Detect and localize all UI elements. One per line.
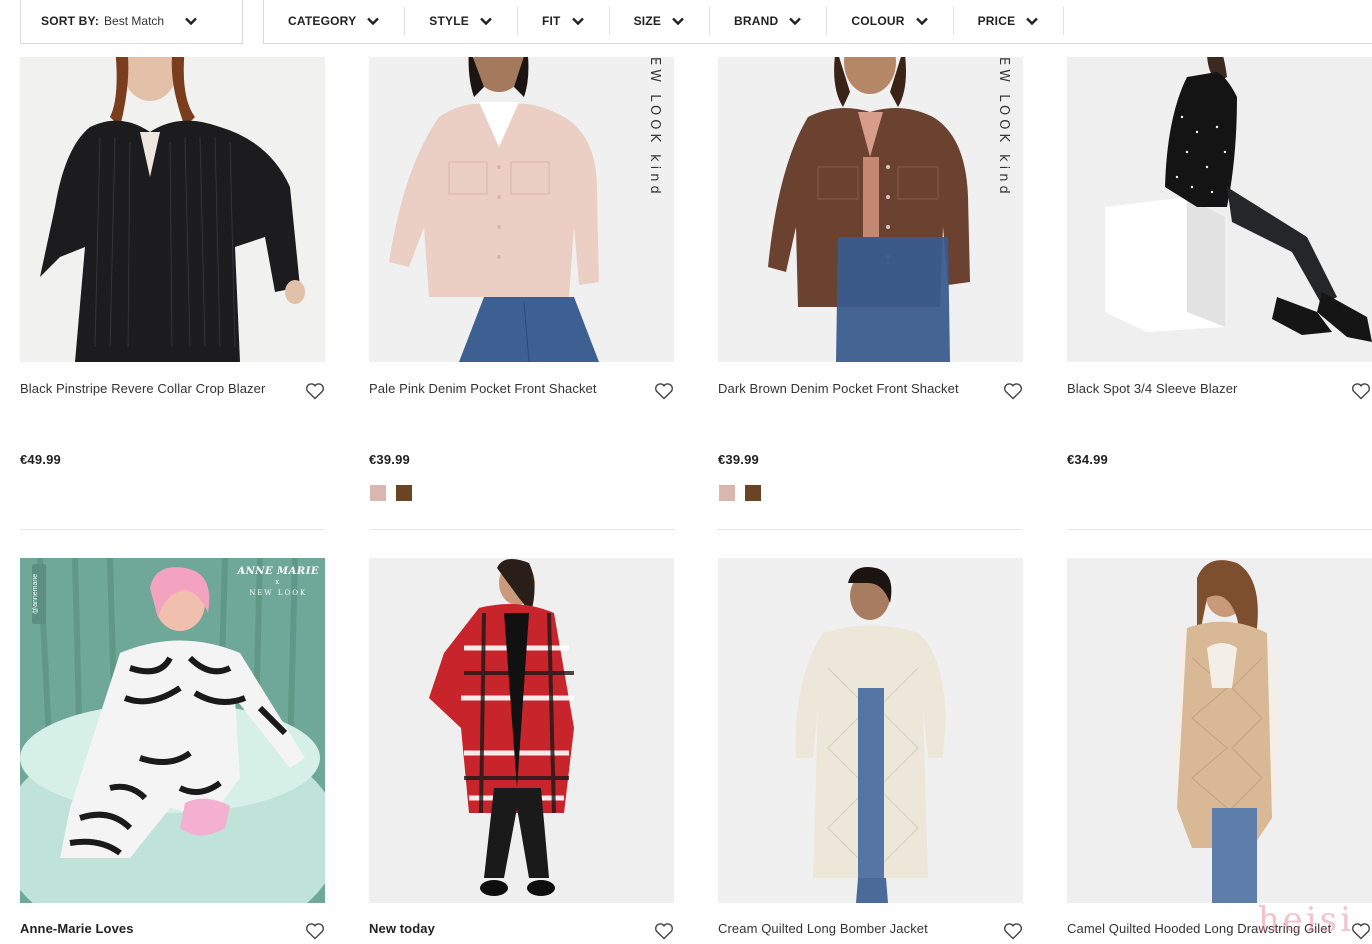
divider <box>718 529 1023 530</box>
product-image[interactable] <box>718 558 1023 903</box>
product-price: €34.99 <box>1067 452 1108 467</box>
divider <box>369 529 674 530</box>
collab-logo-x: x <box>275 578 282 586</box>
brand-badge: EW LOOK kind <box>996 57 1011 198</box>
filter-brand[interactable]: BRAND <box>710 6 828 35</box>
product-card <box>1067 558 1372 903</box>
product-card <box>1067 57 1372 362</box>
colour-swatch[interactable] <box>719 485 735 501</box>
product-card: EW LOOK kind <box>369 57 674 362</box>
chevron-down-icon <box>671 14 685 28</box>
product-card <box>369 558 674 903</box>
product-title[interactable]: Anne-Marie Loves <box>20 921 134 936</box>
product-title[interactable]: Dark Brown Denim Pocket Front Shacket <box>718 381 959 396</box>
colour-swatch[interactable] <box>396 485 412 501</box>
chevron-down-icon <box>1025 14 1039 28</box>
product-card: EW LOOK kind <box>718 57 1023 362</box>
chevron-down-icon <box>915 14 929 28</box>
collab-logo-main: ANNE MARIE <box>237 566 319 577</box>
chevron-down-icon <box>366 14 380 28</box>
collab-logo: ANNE MARIE x NEW LOOK <box>237 566 319 599</box>
product-image[interactable] <box>20 57 325 362</box>
sort-dropdown[interactable]: SORT BY: Best Match <box>20 0 243 44</box>
divider <box>1067 529 1372 530</box>
product-price: €39.99 <box>718 452 759 467</box>
brand-badge: EW LOOK kind <box>647 57 662 198</box>
filter-style[interactable]: STYLE <box>405 6 518 35</box>
filter-category[interactable]: CATEGORY <box>264 6 406 35</box>
product-card <box>718 558 1023 903</box>
filter-colour[interactable]: COLOUR <box>827 6 954 35</box>
heart-icon[interactable] <box>1002 380 1024 402</box>
filter-label: CATEGORY <box>288 13 357 28</box>
heart-icon[interactable] <box>304 920 326 942</box>
filter-label: PRICE <box>977 13 1016 28</box>
sort-label: SORT BY: <box>41 13 100 28</box>
watermark: heisi <box>1257 900 1354 940</box>
filter-size[interactable]: SIZE <box>610 6 711 35</box>
filter-label: COLOUR <box>851 13 905 28</box>
product-image[interactable]: EW LOOK kind <box>718 57 1023 362</box>
colour-swatch[interactable] <box>370 485 386 501</box>
product-image[interactable] <box>369 558 674 903</box>
social-handle: @annemarie <box>32 564 46 624</box>
product-title[interactable]: New today <box>369 921 435 936</box>
product-price: €49.99 <box>20 452 61 467</box>
heart-icon[interactable] <box>304 380 326 402</box>
heart-icon[interactable] <box>1350 380 1372 402</box>
chevron-down-icon <box>571 14 585 28</box>
product-image[interactable] <box>1067 558 1372 903</box>
product-image[interactable]: @annemarie ANNE MARIE x NEW LOOK <box>20 558 325 903</box>
product-image[interactable] <box>1067 57 1372 362</box>
filter-label: STYLE <box>429 13 469 28</box>
filter-label: SIZE <box>633 13 662 28</box>
product-title[interactable]: Cream Quilted Long Bomber Jacket <box>718 921 928 936</box>
chevron-down-icon <box>788 14 802 28</box>
product-title[interactable]: Black Pinstripe Revere Collar Crop Blaze… <box>20 381 265 396</box>
sort-value: Best Match <box>104 13 165 28</box>
product-card: @annemarie ANNE MARIE x NEW LOOK <box>20 558 325 903</box>
divider <box>20 529 325 530</box>
collab-logo-sub: NEW LOOK <box>249 589 308 597</box>
colour-swatch[interactable] <box>745 485 761 501</box>
filter-price[interactable]: PRICE <box>954 6 1065 35</box>
filter-label: BRAND <box>734 13 779 28</box>
filter-label: FIT <box>541 13 561 28</box>
filter-bar: CATEGORY STYLE FIT SIZE BRAND COLOUR PRI… <box>263 0 1372 44</box>
product-card <box>20 57 325 362</box>
product-image[interactable]: EW LOOK kind <box>369 57 674 362</box>
product-title[interactable]: Pale Pink Denim Pocket Front Shacket <box>369 381 597 396</box>
heart-icon[interactable] <box>1002 920 1024 942</box>
heart-icon[interactable] <box>653 920 675 942</box>
filter-fit[interactable]: FIT <box>518 6 610 35</box>
product-price: €39.99 <box>369 452 410 467</box>
chevron-down-icon <box>479 14 493 28</box>
product-title[interactable]: Black Spot 3/4 Sleeve Blazer <box>1067 381 1237 396</box>
heart-icon[interactable] <box>653 380 675 402</box>
chevron-down-icon <box>184 14 198 28</box>
